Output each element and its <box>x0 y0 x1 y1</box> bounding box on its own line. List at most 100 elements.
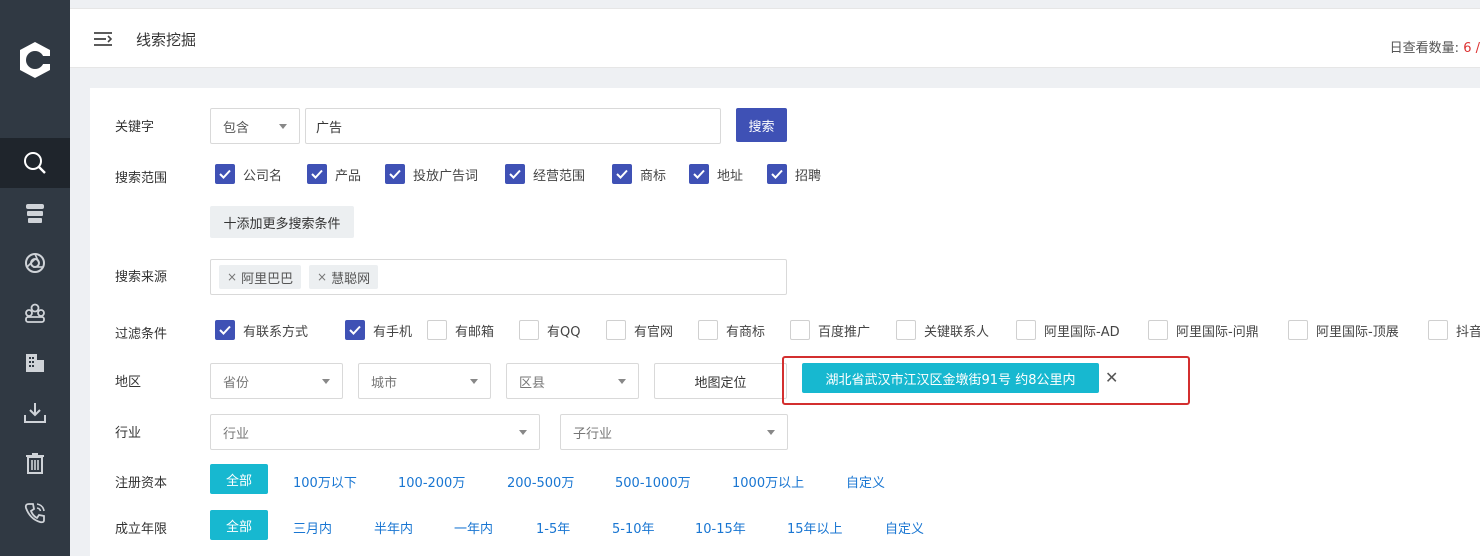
filter-option[interactable]: 阿里国际-问鼎 <box>1148 320 1259 340</box>
scope-option[interactable]: 商标 <box>612 164 666 184</box>
age-option[interactable]: 1-5年 <box>536 518 570 537</box>
checkbox-icon[interactable] <box>345 320 365 340</box>
sidebar-item-trash[interactable] <box>0 438 70 488</box>
age-option-active[interactable]: 全部 <box>210 510 268 540</box>
location-chip[interactable]: 湖北省武汉市江汉区金墩街91号 约8公里内 <box>802 363 1099 393</box>
search-filter-panel: 关键字 包含 广告 搜索 搜索范围 公司名 产品 投放广告词 经营范围 商标 地址 招聘 十… <box>90 88 1480 556</box>
filter-option-label: 抖音 <box>1456 324 1480 340</box>
checkbox-icon[interactable] <box>505 164 525 184</box>
sidebar-item-group[interactable] <box>0 288 70 338</box>
add-more-conditions-button[interactable]: 十添加更多搜索条件 <box>210 206 354 238</box>
checkbox-icon[interactable] <box>698 320 718 340</box>
age-label: 成立年限 <box>115 522 168 537</box>
scope-label: 搜索范围 <box>115 171 168 186</box>
scope-option[interactable]: 地址 <box>689 164 743 184</box>
sidebar-item-search[interactable] <box>0 138 70 188</box>
database-icon <box>26 204 44 223</box>
filter-option[interactable]: 阿里国际-AD <box>1016 320 1120 340</box>
tag-remove-icon[interactable]: × <box>227 270 237 284</box>
checkbox-icon[interactable] <box>1148 320 1168 340</box>
scope-option[interactable]: 招聘 <box>767 164 821 184</box>
scope-option[interactable]: 经营范围 <box>505 164 585 184</box>
trash-icon <box>26 453 44 474</box>
checkbox-icon[interactable] <box>606 320 626 340</box>
sub-industry-select[interactable]: 子行业 <box>560 414 788 450</box>
keyword-mode-select[interactable]: 包含 <box>210 108 300 144</box>
age-option[interactable]: 一年内 <box>454 518 493 537</box>
checkbox-icon[interactable] <box>427 320 447 340</box>
checkbox-icon[interactable] <box>767 164 787 184</box>
checkbox-icon[interactable] <box>1288 320 1308 340</box>
source-tag-label: 慧聪网 <box>331 271 371 287</box>
filter-option[interactable]: 有商标 <box>698 320 765 340</box>
capital-option[interactable]: 1000万以上 <box>732 472 804 491</box>
age-option[interactable]: 10-15年 <box>695 518 746 537</box>
district-select[interactable]: 区县 <box>506 363 639 399</box>
age-option[interactable]: 半年内 <box>374 518 413 537</box>
source-label: 搜索来源 <box>115 270 168 285</box>
filter-option-label: 关键联系人 <box>924 324 990 340</box>
capital-option[interactable]: 100万以下 <box>293 472 357 491</box>
filter-option[interactable]: 有联系方式 <box>215 320 308 340</box>
filter-option-label: 有邮箱 <box>455 324 495 340</box>
tag-remove-icon[interactable]: × <box>317 270 327 284</box>
capital-option-active[interactable]: 全部 <box>210 464 268 494</box>
filter-option-label: 有商标 <box>726 324 766 340</box>
checkbox-icon[interactable] <box>1428 320 1448 340</box>
city-select[interactable]: 城市 <box>358 363 491 399</box>
capital-option[interactable]: 自定义 <box>846 472 885 491</box>
filter-option[interactable]: 百度推广 <box>790 320 870 340</box>
sidebar-item-aperture[interactable] <box>0 238 70 288</box>
sidebar-item-download[interactable] <box>0 388 70 438</box>
menu-toggle-icon[interactable] <box>92 28 114 50</box>
checkbox-icon[interactable] <box>215 164 235 184</box>
capital-option[interactable]: 100-200万 <box>398 472 465 491</box>
keyword-input[interactable]: 广告 <box>305 108 721 144</box>
checkbox-icon[interactable] <box>215 320 235 340</box>
source-tag-hc360[interactable]: × 慧聪网 <box>309 265 379 289</box>
province-select[interactable]: 省份 <box>210 363 343 399</box>
checkbox-icon[interactable] <box>307 164 327 184</box>
filter-option-label: 有QQ <box>547 324 581 340</box>
capital-option[interactable]: 500-1000万 <box>615 472 691 491</box>
filter-option[interactable]: 有邮箱 <box>427 320 494 340</box>
source-tag-alibaba[interactable]: × 阿里巴巴 <box>219 265 302 289</box>
sidebar-item-building[interactable] <box>0 338 70 388</box>
filter-option[interactable]: 关键联系人 <box>896 320 989 340</box>
filter-option[interactable]: 有手机 <box>345 320 412 340</box>
checkbox-icon[interactable] <box>1016 320 1036 340</box>
age-option[interactable]: 自定义 <box>885 518 924 537</box>
industry-select[interactable]: 行业 <box>210 414 540 450</box>
chevron-down-icon <box>322 379 330 384</box>
checkbox-icon[interactable] <box>385 164 405 184</box>
checkbox-icon[interactable] <box>519 320 539 340</box>
scope-option[interactable]: 公司名 <box>215 164 282 184</box>
logo-icon[interactable] <box>0 30 70 90</box>
capital-option[interactable]: 200-500万 <box>507 472 574 491</box>
close-icon[interactable]: ✕ <box>1105 368 1118 387</box>
source-tag-input[interactable]: × 阿里巴巴 × 慧聪网 <box>210 259 787 295</box>
filter-option[interactable]: 有官网 <box>606 320 673 340</box>
industry-label: 行业 <box>115 426 142 441</box>
group-icon <box>25 303 45 323</box>
filter-option[interactable]: 阿里国际-顶展 <box>1288 320 1399 340</box>
region-label: 地区 <box>115 375 142 390</box>
age-option[interactable]: 5-10年 <box>612 518 655 537</box>
checkbox-icon[interactable] <box>612 164 632 184</box>
checkbox-icon[interactable] <box>689 164 709 184</box>
search-button[interactable]: 搜索 <box>736 108 787 142</box>
map-locate-button[interactable]: 地图定位 <box>654 363 787 399</box>
filter-option[interactable]: 抖音 <box>1428 320 1480 340</box>
filter-option[interactable]: 有QQ <box>519 320 580 340</box>
scope-option[interactable]: 产品 <box>307 164 361 184</box>
sidebar-item-phone[interactable] <box>0 488 70 538</box>
district-placeholder: 区县 <box>519 375 546 391</box>
filter-option-label: 有联系方式 <box>243 324 309 340</box>
sidebar-item-database[interactable] <box>0 188 70 238</box>
age-option[interactable]: 15年以上 <box>787 518 843 537</box>
checkbox-icon[interactable] <box>896 320 916 340</box>
age-option[interactable]: 三月内 <box>293 518 332 537</box>
scope-option[interactable]: 投放广告词 <box>385 164 478 184</box>
capital-label: 注册资本 <box>115 476 168 491</box>
checkbox-icon[interactable] <box>790 320 810 340</box>
